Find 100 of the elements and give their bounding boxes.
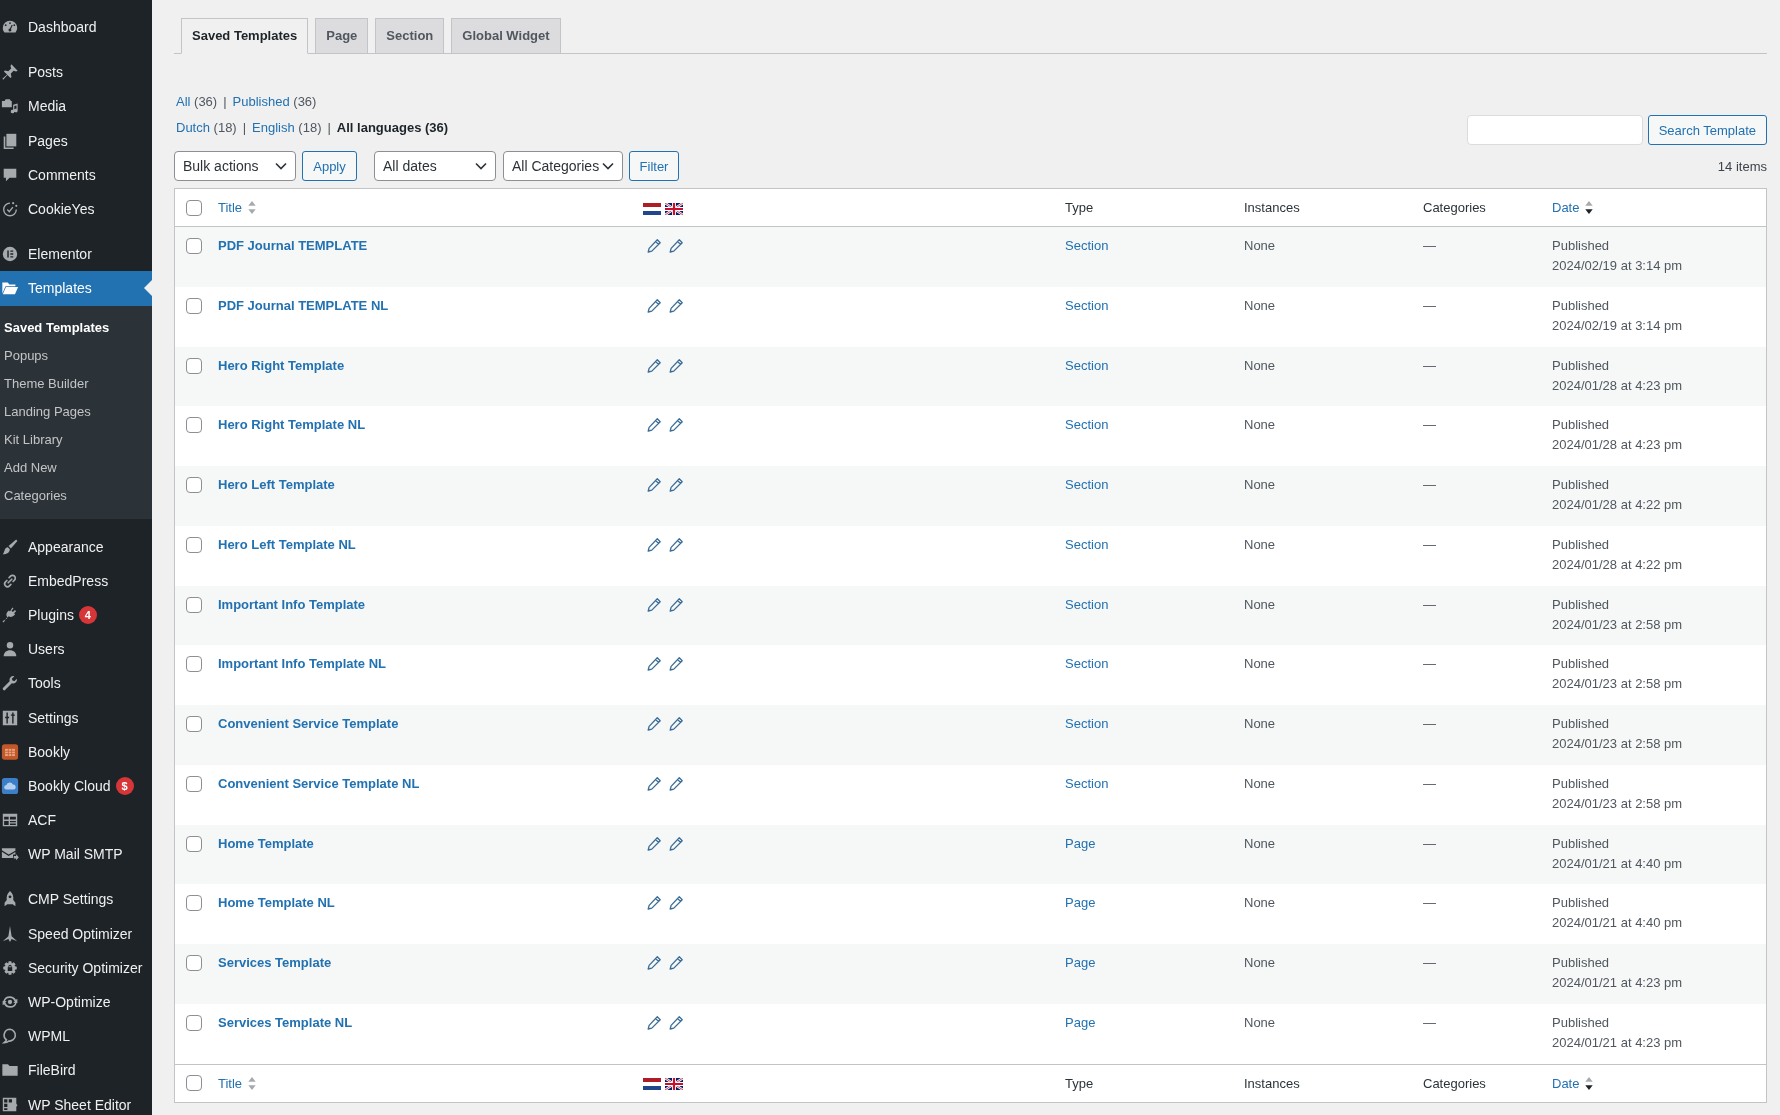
- template-title-link[interactable]: Home Template: [218, 835, 314, 851]
- menu-item[interactable]: EmbedPress: [0, 563, 152, 598]
- filter-select[interactable]: All Categories: [503, 151, 623, 181]
- type-link[interactable]: Section: [1065, 596, 1109, 612]
- pencil-icon[interactable]: [646, 477, 662, 493]
- pencil-icon[interactable]: [646, 297, 662, 314]
- row-checkbox[interactable]: [186, 596, 202, 613]
- row-checkbox[interactable]: [186, 895, 202, 912]
- row-checkbox[interactable]: [186, 297, 202, 314]
- type-link[interactable]: Section: [1065, 536, 1109, 552]
- type-link[interactable]: Section: [1065, 357, 1109, 373]
- menu-item[interactable]: Pages: [0, 123, 152, 158]
- template-title-link[interactable]: Hero Left Template: [218, 477, 335, 492]
- template-title-link[interactable]: Hero Left Template NL: [218, 536, 356, 552]
- menu-item[interactable]: Settings: [0, 700, 152, 735]
- column-sort-link[interactable]: Title: [218, 200, 257, 215]
- type-link[interactable]: Section: [1065, 238, 1109, 253]
- tab[interactable]: Section: [375, 18, 445, 54]
- pencil-icon[interactable]: [646, 238, 662, 254]
- menu-item[interactable]: Media: [0, 89, 152, 124]
- menu-item[interactable]: Templates: [0, 271, 152, 306]
- submenu-item[interactable]: Landing Pages: [0, 397, 152, 426]
- type-link[interactable]: Page: [1065, 895, 1096, 911]
- language-filter-link[interactable]: Dutch (18): [176, 120, 237, 135]
- pencil-icon[interactable]: [668, 656, 684, 673]
- tab[interactable]: Global Widget: [451, 18, 561, 54]
- template-title-link[interactable]: Home Template NL: [218, 895, 335, 911]
- filter-select[interactable]: All dates: [374, 151, 496, 181]
- row-checkbox[interactable]: [186, 1014, 202, 1031]
- menu-item[interactable]: Bookly: [0, 734, 152, 769]
- menu-item[interactable]: ACF: [0, 803, 152, 838]
- apply-button[interactable]: Apply: [302, 151, 357, 181]
- filter-button[interactable]: Filter: [629, 151, 679, 181]
- menu-item[interactable]: WPML: [0, 1019, 152, 1054]
- type-link[interactable]: Section: [1065, 477, 1109, 492]
- submenu-item[interactable]: Theme Builder: [0, 369, 152, 398]
- menu-item[interactable]: Tools: [0, 666, 152, 701]
- row-checkbox[interactable]: [186, 238, 202, 254]
- row-checkbox[interactable]: [186, 417, 202, 434]
- pencil-icon[interactable]: [646, 955, 662, 971]
- language-filter-link[interactable]: English (18): [252, 120, 322, 135]
- type-link[interactable]: Section: [1065, 417, 1109, 433]
- pencil-icon[interactable]: [668, 357, 684, 374]
- row-checkbox[interactable]: [186, 835, 202, 852]
- row-checkbox[interactable]: [186, 716, 202, 732]
- menu-item[interactable]: Security Optimizer: [0, 950, 152, 985]
- pencil-icon[interactable]: [646, 357, 662, 374]
- menu-item[interactable]: Speed Optimizer: [0, 916, 152, 951]
- view-filter-link[interactable]: Published (36): [232, 94, 317, 109]
- row-checkbox[interactable]: [186, 775, 202, 792]
- search-button[interactable]: Search Template: [1647, 115, 1767, 145]
- row-checkbox[interactable]: [186, 955, 202, 971]
- pencil-icon[interactable]: [668, 477, 684, 493]
- select-all-checkbox[interactable]: [186, 1075, 202, 1091]
- language-filter-link[interactable]: All languages (36): [336, 120, 449, 135]
- submenu-item[interactable]: Categories: [0, 481, 152, 510]
- row-checkbox[interactable]: [186, 656, 202, 673]
- menu-item[interactable]: WP Sheet Editor: [0, 1087, 152, 1115]
- view-filter-link[interactable]: All (36): [176, 94, 218, 109]
- template-title-link[interactable]: Convenient Service Template: [218, 716, 399, 731]
- type-link[interactable]: Section: [1065, 297, 1109, 313]
- menu-item[interactable]: WP-Optimize: [0, 984, 152, 1020]
- menu-item[interactable]: CookieYes: [0, 191, 152, 227]
- pencil-icon[interactable]: [668, 895, 684, 912]
- pencil-icon[interactable]: [668, 417, 684, 434]
- menu-item[interactable]: Dashboard: [0, 10, 152, 45]
- pencil-icon[interactable]: [668, 955, 684, 971]
- pencil-icon[interactable]: [646, 835, 662, 852]
- menu-item[interactable]: Comments: [0, 157, 152, 192]
- type-link[interactable]: Section: [1065, 656, 1109, 672]
- template-title-link[interactable]: PDF Journal TEMPLATE: [218, 238, 368, 253]
- menu-item[interactable]: FileBird: [0, 1053, 152, 1088]
- column-sort-link[interactable]: Title: [218, 1075, 257, 1091]
- select-all-checkbox[interactable]: [186, 199, 202, 216]
- tab[interactable]: Page: [315, 18, 369, 54]
- pencil-icon[interactable]: [646, 895, 662, 912]
- pencil-icon[interactable]: [668, 775, 684, 792]
- type-link[interactable]: Page: [1065, 835, 1096, 851]
- pencil-icon[interactable]: [646, 596, 662, 613]
- menu-item[interactable]: Elementor: [0, 237, 152, 272]
- pencil-icon[interactable]: [646, 656, 662, 673]
- template-title-link[interactable]: Important Info Template: [218, 596, 366, 612]
- submenu-item[interactable]: Add New: [0, 453, 152, 482]
- menu-item[interactable]: Posts: [0, 55, 152, 90]
- template-title-link[interactable]: Hero Right Template NL: [218, 417, 366, 433]
- column-sort-link[interactable]: Date: [1552, 1075, 1594, 1091]
- menu-item[interactable]: Bookly Cloud $: [0, 768, 152, 803]
- bulk-actions-select[interactable]: Bulk actions: [174, 151, 296, 181]
- row-checkbox[interactable]: [186, 357, 202, 374]
- template-title-link[interactable]: PDF Journal TEMPLATE NL: [218, 297, 389, 313]
- submenu-item[interactable]: Popups: [0, 341, 152, 370]
- tab[interactable]: Saved Templates: [181, 18, 309, 54]
- template-title-link[interactable]: Services Template NL: [218, 1014, 353, 1030]
- type-link[interactable]: Page: [1065, 1014, 1096, 1030]
- template-title-link[interactable]: Services Template: [218, 955, 332, 970]
- pencil-icon[interactable]: [668, 238, 684, 254]
- menu-item[interactable]: CMP Settings: [0, 882, 152, 917]
- template-title-link[interactable]: Convenient Service Template NL: [218, 775, 420, 791]
- pencil-icon[interactable]: [646, 536, 662, 553]
- pencil-icon[interactable]: [646, 1014, 662, 1031]
